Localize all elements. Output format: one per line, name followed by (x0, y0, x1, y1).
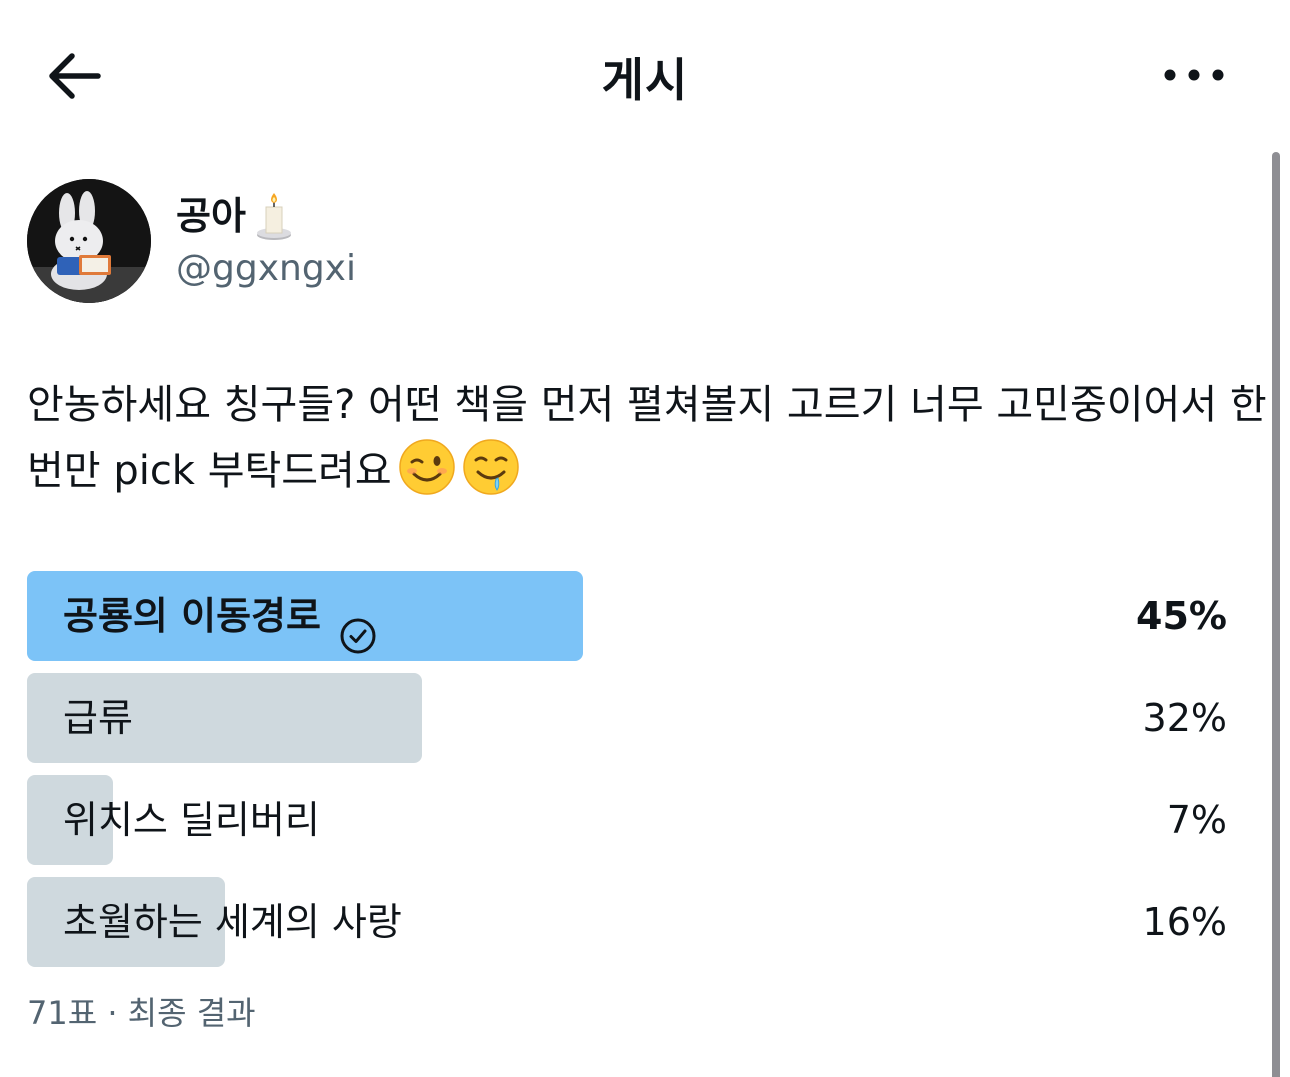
poll-option-percent: 45% (1136, 594, 1227, 638)
tweet-body: 안농하세요 칭구들? 어떤 책을 먼저 펼쳐볼지 고르기 너무 고민중이어서 한… (27, 382, 1267, 494)
poll-option-text: 위치스 딜리버리 (63, 798, 320, 842)
display-name-row[interactable]: 공아 (176, 186, 294, 246)
poll-option-4: 초월하는 세계의 사랑 16% (27, 877, 1227, 967)
poll-option-percent: 16% (1142, 900, 1227, 944)
poll-option-text: 급류 (63, 696, 133, 740)
display-name[interactable]: 공아 (176, 188, 246, 244)
poll-option-percent: 7% (1166, 798, 1227, 842)
poll-option-3: 위치스 딜리버리 7% (27, 775, 1227, 865)
more-horizontal-icon (1164, 69, 1224, 81)
top-bar: 게시 (0, 0, 1290, 150)
user-handle[interactable]: @ggxngxi (176, 244, 356, 294)
tweet-text: 안농하세요 칭구들? 어떤 책을 먼저 펼쳐볼지 고르기 너무 고민중이어서 한… (27, 372, 1277, 504)
poll-option-text: 공룡의 이동경로 (63, 594, 321, 638)
poll-option-percent: 32% (1142, 696, 1227, 740)
avatar[interactable] (27, 179, 151, 303)
poll-option-label: 급류 (63, 673, 133, 763)
poll-option-text: 초월하는 세계의 사랑 (63, 900, 402, 944)
page-title: 게시 (601, 53, 689, 107)
winking-face-icon (398, 438, 456, 496)
poll-option-label: 초월하는 세계의 사랑 (63, 877, 402, 967)
scrollbar[interactable] (1272, 152, 1280, 1077)
poll-footer: 71표 · 최종 결과 (27, 994, 256, 1032)
poll-option-1: 공룡의 이동경로 45% (27, 571, 1227, 661)
check-circle-icon (339, 597, 377, 654)
more-button[interactable] (1160, 52, 1230, 98)
candle-icon (254, 191, 294, 241)
poll-option-label: 위치스 딜리버리 (63, 775, 320, 865)
drooling-face-icon (462, 438, 520, 496)
poll-option-label: 공룡의 이동경로 (63, 571, 377, 661)
miffy-avatar-image (27, 179, 151, 303)
post-view: 게시 공아 @ggxngxi 안농하세요 칭구들? 어떤 책을 먼저 펼쳐볼지 … (0, 0, 1290, 1077)
poll-option-2: 급류 32% (27, 673, 1227, 763)
